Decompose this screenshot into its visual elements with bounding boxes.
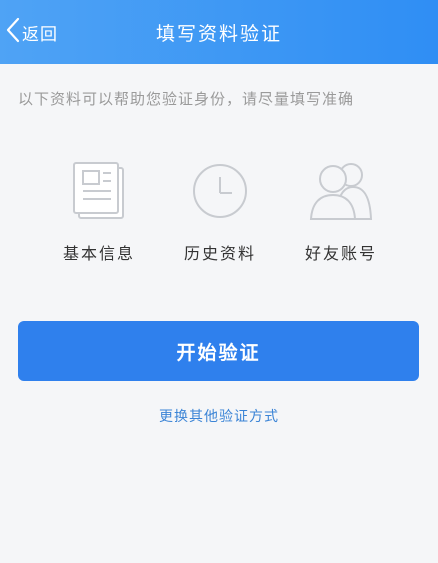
option-friends[interactable]: 好友账号: [286, 160, 396, 264]
option-history[interactable]: 历史资料: [165, 160, 275, 264]
clock-icon: [191, 162, 249, 224]
back-button[interactable]: 返回: [6, 14, 58, 50]
option-basic-info[interactable]: 基本信息: [44, 160, 154, 264]
page-title: 填写资料验证: [155, 22, 282, 45]
option-label: 历史资料: [183, 244, 256, 263]
top-navigation-bar: 返回 填写资料验证: [0, 0, 438, 64]
start-verification-button[interactable]: 开始验证: [18, 321, 419, 381]
hint-text: 以下资料可以帮助您验证身份，请尽量填写准确: [18, 90, 355, 108]
back-label: 返回: [22, 24, 58, 45]
friends-icon: [309, 161, 373, 225]
document-icon: [72, 161, 126, 225]
option-label: 基本信息: [62, 244, 135, 263]
chevron-left-icon: [6, 17, 20, 47]
change-verification-method-link[interactable]: 更换其他验证方式: [0, 406, 438, 426]
option-label: 好友账号: [304, 244, 377, 263]
